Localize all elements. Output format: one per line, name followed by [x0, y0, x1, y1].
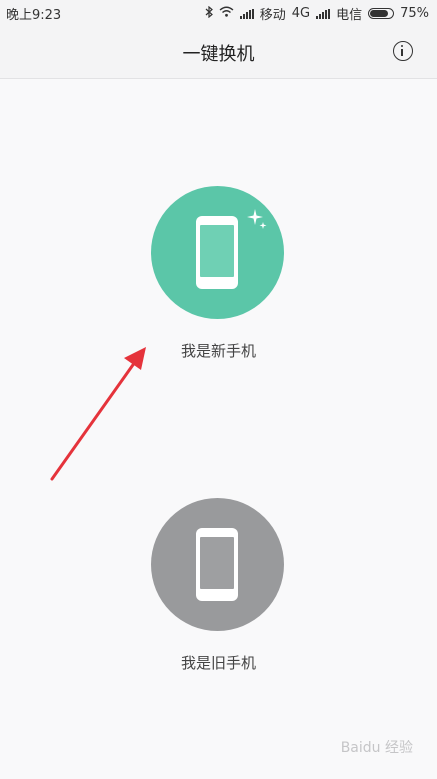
- annotation-arrow: [50, 347, 146, 481]
- watermark: Baidu 经验: [340, 740, 413, 756]
